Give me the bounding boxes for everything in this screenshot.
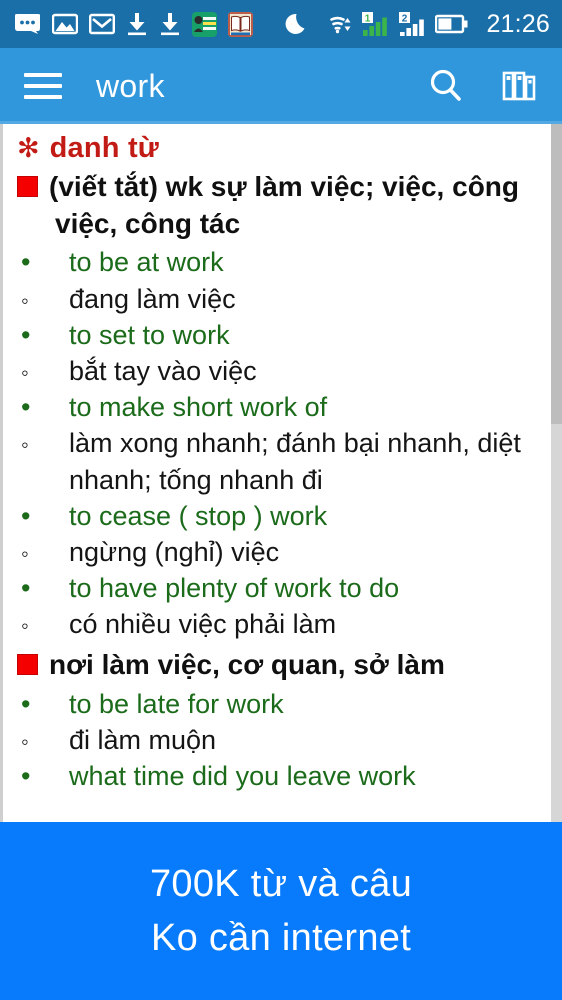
sense-definition: (viết tắt) wk sự làm việc; việc, công vi… — [17, 168, 540, 242]
sense-definition-text: nơi làm việc, cơ quan, sở làm — [49, 649, 445, 681]
example-vietnamese: ◦ đi làm muộn — [21, 722, 540, 758]
example-vietnamese-text: ngừng (nghỉ) việc — [69, 536, 280, 567]
example-english: • what time did you leave work — [21, 758, 540, 794]
messages-icon — [14, 13, 41, 35]
bbc-learning-english-icon — [192, 11, 217, 37]
status-bar-clock: 21:26 — [486, 9, 550, 38]
search-icon[interactable] — [426, 66, 466, 106]
example-vietnamese-text: làm xong nhanh; đánh bại nhanh, diệt nha… — [69, 428, 521, 495]
example-english-text: to set to work — [69, 319, 230, 350]
app-root: 1 2 21:26 work ✻ danh từ (viết tắt) wk s… — [0, 0, 562, 1000]
example-english: • to make short work of — [21, 389, 540, 425]
example-vietnamese-text: đi làm muộn — [69, 724, 217, 755]
svg-text:1: 1 — [365, 13, 371, 24]
part-of-speech-label: danh từ — [49, 132, 160, 164]
signal-sim2-icon: 2 — [398, 11, 426, 37]
example-vietnamese-text: có nhiều việc phải làm — [69, 609, 337, 640]
status-bar-system-icons: 1 2 21:26 — [285, 10, 550, 39]
battery-icon — [435, 13, 469, 35]
hollow-bullet-icon: ◦ — [21, 359, 29, 385]
example-vietnamese: ◦ ngừng (nghỉ) việc — [21, 534, 540, 570]
example-english-text: to be at work — [69, 247, 224, 278]
filled-bullet-icon: • — [21, 688, 31, 719]
dictionary-app-icon — [228, 11, 253, 37]
filled-bullet-icon: • — [21, 319, 31, 350]
filled-bullet-icon: • — [21, 247, 31, 278]
example-english: • to cease ( stop ) work — [21, 498, 540, 534]
hollow-bullet-icon: ◦ — [21, 432, 29, 458]
signal-sim1-icon: 1 — [361, 11, 389, 37]
app-bar: work — [0, 48, 562, 124]
example-vietnamese: ◦ làm xong nhanh; đánh bại nhanh, diệt nh… — [21, 425, 540, 497]
example-english: • to have plenty of work to do — [21, 570, 540, 606]
filled-bullet-icon: • — [21, 500, 31, 531]
hollow-bullet-icon: ◦ — [21, 540, 29, 566]
page-title: work — [96, 67, 165, 104]
asterisk-icon: ✻ — [17, 133, 40, 163]
gallery-icon — [52, 13, 78, 35]
example-vietnamese-text: đang làm việc — [69, 283, 236, 314]
sense-square-bullet-icon — [17, 176, 38, 197]
example-english-text: to make short work of — [69, 392, 328, 423]
example-english-text: to be late for work — [69, 688, 284, 719]
promo-banner-line-2: Ko cần internet — [150, 917, 412, 959]
hamburger-menu-icon[interactable] — [24, 73, 62, 99]
example-vietnamese: ◦ bắt tay vào việc — [21, 353, 540, 389]
wifi-icon — [320, 12, 352, 36]
example-english: • to be at work — [21, 244, 540, 280]
example-vietnamese: ◦ đang làm việc — [21, 281, 540, 317]
sense-definition-text: (viết tắt) wk sự làm việc; việc, công vi… — [49, 171, 519, 240]
example-english: • to be late for work — [21, 686, 540, 722]
part-of-speech-row: ✻ danh từ — [17, 132, 540, 165]
example-english: • to set to work — [21, 317, 540, 353]
hollow-bullet-icon: ◦ — [21, 728, 29, 754]
status-bar: 1 2 21:26 — [0, 0, 562, 48]
example-english-text: what time did you leave work — [69, 760, 416, 791]
sense-definition: nơi làm việc, cơ quan, sở làm — [17, 646, 540, 683]
example-vietnamese-text: bắt tay vào việc — [69, 355, 257, 386]
promo-banner[interactable]: 700K từ và câu Ko cần internet — [0, 822, 562, 1000]
example-vietnamese: ◦ có nhiều việc phải làm — [21, 606, 540, 642]
promo-banner-line-1: 700K từ và câu — [149, 862, 413, 905]
download-icon-1 — [126, 12, 148, 36]
example-english-text: to cease ( stop ) work — [69, 500, 328, 531]
svg-text:2: 2 — [402, 13, 408, 24]
dictionary-content-panel[interactable]: ✻ danh từ (viết tắt) wk sự làm việc; việ… — [0, 124, 562, 822]
content-scrollbar-thumb[interactable] — [551, 124, 562, 424]
filled-bullet-icon: • — [21, 573, 31, 604]
dictionary-entry: ✻ danh từ (viết tắt) wk sự làm việc; việ… — [3, 124, 562, 794]
gmail-icon — [89, 13, 115, 35]
sense-square-bullet-icon — [17, 654, 38, 676]
hollow-bullet-icon: ◦ — [21, 613, 29, 639]
filled-bullet-icon: • — [21, 392, 31, 423]
example-english-text: to have plenty of work to do — [69, 573, 400, 604]
content-scrollbar[interactable] — [551, 124, 562, 822]
do-not-disturb-moon-icon — [285, 11, 311, 37]
hollow-bullet-icon: ◦ — [21, 287, 29, 313]
status-bar-notification-icons — [14, 11, 285, 37]
bookshelf-icon[interactable] — [500, 66, 540, 106]
filled-bullet-icon: • — [21, 760, 31, 791]
download-icon-2 — [159, 12, 181, 36]
